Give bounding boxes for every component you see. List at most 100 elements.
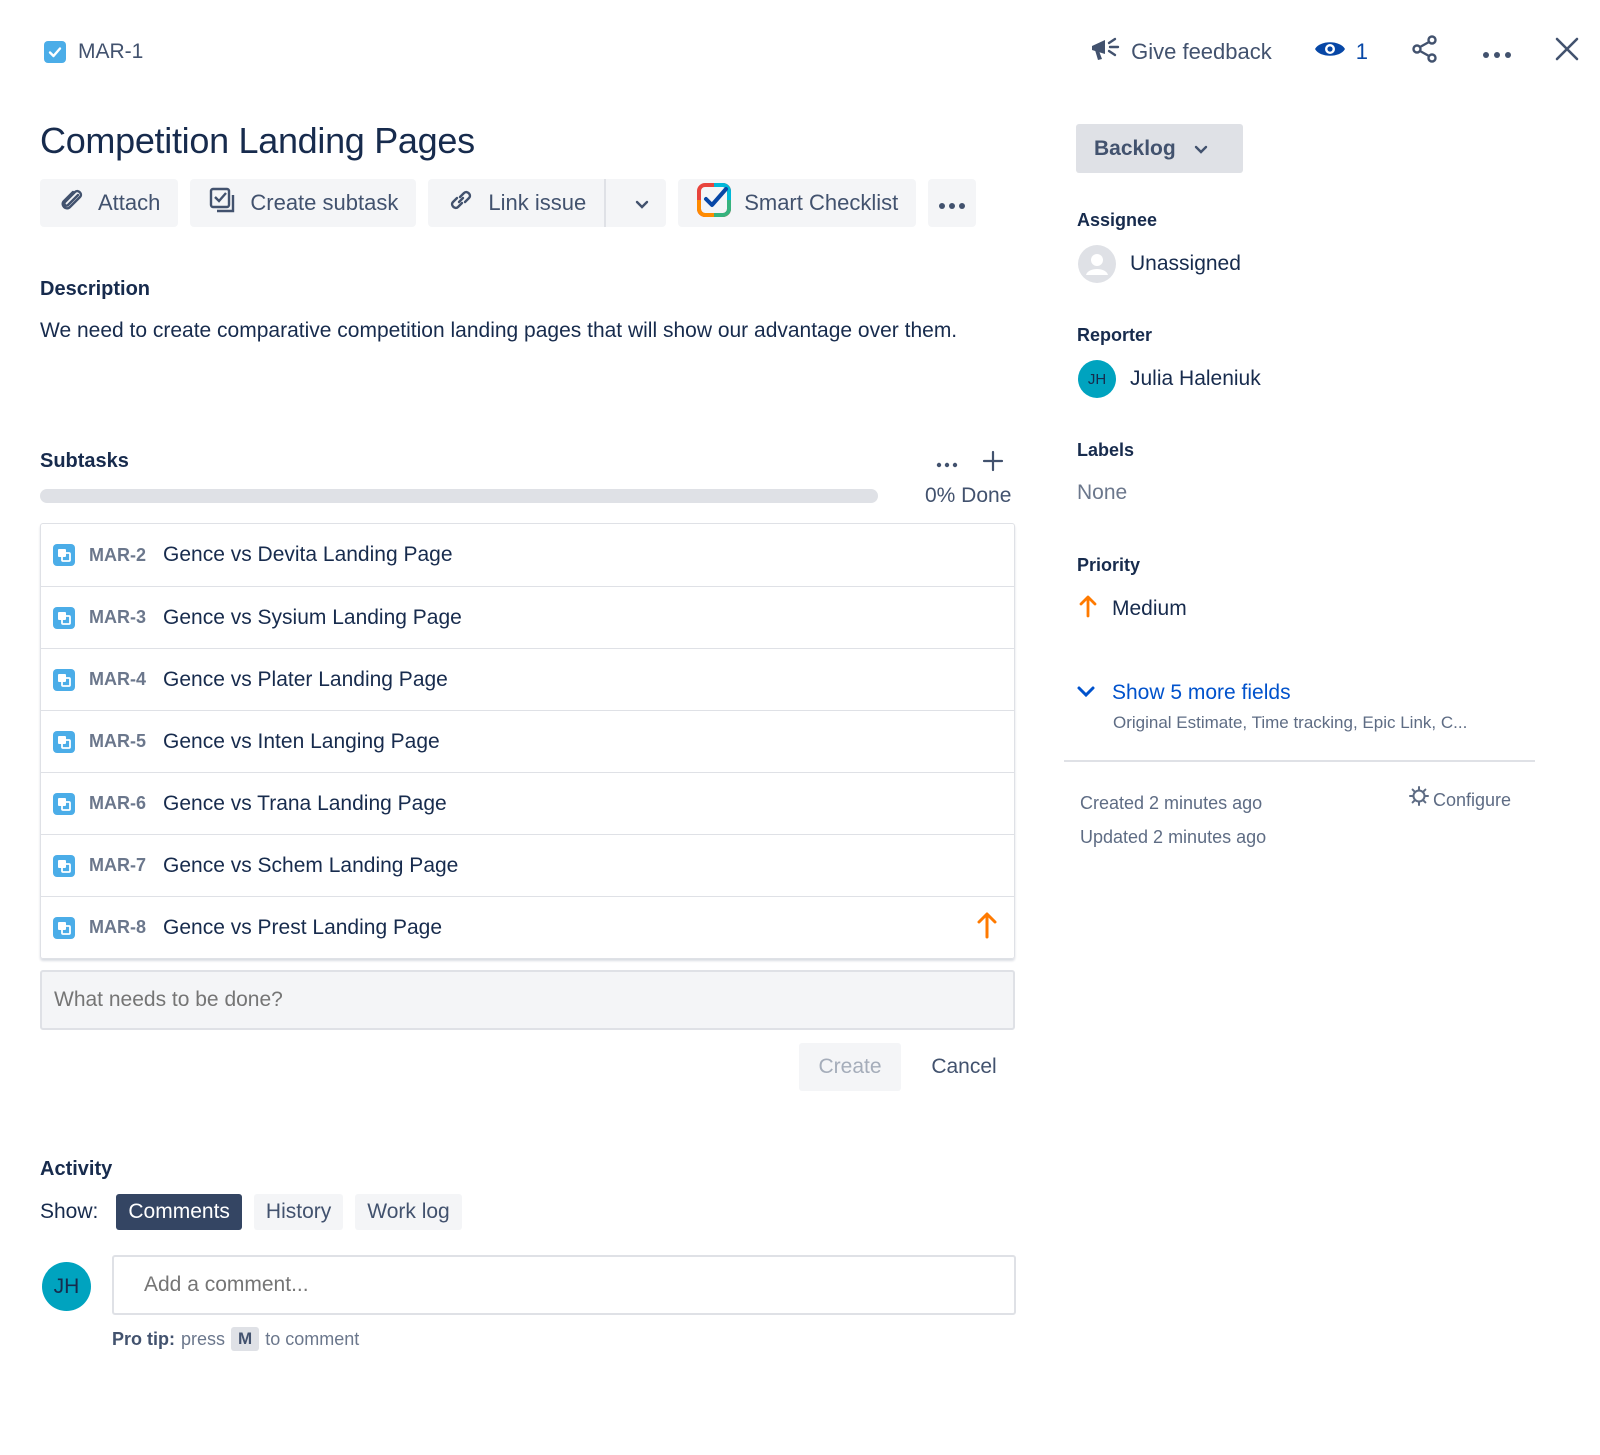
more-icon: [936, 462, 958, 467]
smart-checklist-button[interactable]: Smart Checklist: [678, 179, 917, 227]
subtask-row[interactable]: MAR-5 Gence vs Inten Langing Page: [41, 710, 1014, 772]
attach-button[interactable]: Attach: [40, 179, 179, 227]
subtasks-more-button[interactable]: [936, 455, 958, 473]
configure-label: Configure: [1433, 789, 1512, 810]
subtask-row[interactable]: MAR-8 Gence vs Prest Landing Page: [41, 896, 1014, 958]
link-issue-dropdown[interactable]: [618, 179, 666, 227]
assignee-field[interactable]: Unassigned: [1078, 245, 1241, 283]
subtask-type-icon: [53, 916, 75, 939]
plus-icon: [982, 450, 1004, 472]
pro-tip: Pro tip: press M to comment: [112, 1327, 359, 1351]
link-icon: [446, 185, 476, 221]
subtask-key[interactable]: MAR-5: [89, 731, 153, 752]
assignee-label: Assignee: [1077, 210, 1158, 230]
gear-icon: [1409, 786, 1429, 813]
subtask-type-icon: [53, 544, 75, 566]
arrow-up-icon: [1078, 594, 1098, 624]
labels-label: Labels: [1077, 440, 1135, 460]
subtask-row[interactable]: MAR-4 Gence vs Plater Landing Page: [41, 648, 1014, 710]
priority-value: Medium: [1112, 597, 1187, 620]
subtask-title[interactable]: Gence vs Inten Langing Page: [163, 730, 440, 754]
subtask-key[interactable]: MAR-7: [89, 855, 153, 876]
status-label: Backlog: [1094, 136, 1176, 160]
subtask-title[interactable]: Gence vs Prest Landing Page: [163, 916, 442, 940]
labels-value[interactable]: None: [1077, 481, 1127, 505]
created-text: Created 2 minutes ago: [1080, 793, 1263, 813]
keyboard-shortcut-key: M: [231, 1327, 260, 1351]
cancel-button[interactable]: Cancel: [915, 1043, 1013, 1091]
subtask-row[interactable]: MAR-6 Gence vs Trana Landing Page: [41, 772, 1014, 834]
subtask-row[interactable]: MAR-3 Gence vs Sysium Landing Page: [41, 586, 1014, 648]
close-button[interactable]: [1554, 36, 1580, 68]
status-dropdown[interactable]: Backlog: [1076, 124, 1243, 173]
give-feedback-label: Give feedback: [1131, 39, 1272, 64]
create-subtask-button[interactable]: Create subtask: [190, 179, 417, 227]
close-icon: [1554, 36, 1580, 68]
issue-key-label: MAR-1: [78, 40, 144, 63]
description-heading: Description: [40, 278, 151, 300]
top-actions: Give feedback 1: [1089, 32, 1580, 72]
reporter-label: Reporter: [1077, 325, 1153, 345]
megaphone-icon: [1089, 34, 1121, 70]
watch-button[interactable]: 1: [1314, 38, 1368, 66]
subtask-title[interactable]: Gence vs Sysium Landing Page: [163, 606, 462, 630]
issue-title[interactable]: Competition Landing Pages: [40, 120, 475, 162]
subtask-title[interactable]: Gence vs Trana Landing Page: [163, 792, 447, 816]
configure-button[interactable]: Configure: [1409, 786, 1511, 813]
comment-input[interactable]: [112, 1255, 1016, 1315]
subtask-title[interactable]: Gence vs Devita Landing Page: [163, 543, 453, 567]
subtask-key[interactable]: MAR-8: [89, 917, 153, 938]
smart-checklist-label: Smart Checklist: [744, 190, 899, 215]
watch-count: 1: [1355, 39, 1368, 64]
paperclip-icon: [58, 186, 86, 220]
show-label: Show:: [40, 1200, 99, 1223]
divider: [1064, 760, 1535, 762]
task-checkbox-icon: [44, 41, 66, 63]
smart-checklist-icon: [696, 182, 732, 224]
subtask-row[interactable]: MAR-2 Gence vs Devita Landing Page: [41, 524, 1014, 586]
description-text[interactable]: We need to create comparative competitio…: [40, 314, 980, 348]
reporter-field[interactable]: JH Julia Haleniuk: [1078, 360, 1261, 398]
create-button[interactable]: Create: [799, 1043, 901, 1091]
attach-label: Attach: [98, 190, 161, 215]
priority-field[interactable]: Medium: [1078, 594, 1187, 624]
new-subtask-input[interactable]: [40, 970, 1015, 1030]
toolbar-more-button[interactable]: [928, 179, 977, 227]
show-more-fields[interactable]: Show 5 more fields Original Estimate, Ti…: [1076, 681, 1467, 733]
pro-tip-press: press: [181, 1328, 226, 1349]
subtask-type-icon: [53, 854, 75, 877]
updated-text: Updated 2 minutes ago: [1080, 827, 1267, 847]
subtask-key[interactable]: MAR-6: [89, 793, 153, 814]
more-icon: [938, 190, 966, 216]
assignee-value: Unassigned: [1130, 252, 1241, 275]
give-feedback-button[interactable]: Give feedback: [1089, 34, 1272, 70]
filter-comments[interactable]: Comments: [116, 1194, 242, 1230]
link-issue-label: Link issue: [488, 190, 587, 215]
subtask-icon: [208, 186, 238, 220]
subtasks-actions: [936, 450, 1004, 477]
subtask-key[interactable]: MAR-2: [89, 545, 153, 566]
subtask-row[interactable]: MAR-7 Gence vs Schem Landing Page: [41, 834, 1014, 896]
share-button[interactable]: [1410, 34, 1440, 70]
avatar: JH: [1078, 360, 1116, 398]
subtask-key[interactable]: MAR-3: [89, 607, 153, 628]
show-more-fields-label: Show 5 more fields: [1112, 681, 1291, 704]
subtask-title[interactable]: Gence vs Plater Landing Page: [163, 668, 448, 692]
pro-tip-label: Pro tip:: [112, 1328, 175, 1349]
chevron-down-icon: [1194, 137, 1208, 161]
pro-tip-rest: to comment: [265, 1328, 360, 1349]
subtask-title[interactable]: Gence vs Schem Landing Page: [163, 854, 458, 878]
issue-key-link[interactable]: MAR-1: [44, 40, 143, 64]
link-issue-button[interactable]: Link issue: [428, 179, 607, 227]
add-subtask-button[interactable]: [982, 450, 1004, 477]
more-actions-button[interactable]: [1482, 39, 1512, 65]
link-issue-split-button: Link issue: [428, 179, 667, 227]
subtask-key[interactable]: MAR-4: [89, 669, 153, 690]
activity-heading: Activity: [40, 1158, 113, 1180]
timestamps: Created 2 minutes ago Updated 2 minutes …: [1080, 786, 1266, 854]
avatar: JH: [42, 1262, 91, 1311]
create-subtask-label: Create subtask: [250, 190, 399, 215]
filter-work-log[interactable]: Work log: [355, 1194, 462, 1230]
filter-history[interactable]: History: [253, 1194, 344, 1230]
chevron-down-icon: [1076, 681, 1096, 705]
